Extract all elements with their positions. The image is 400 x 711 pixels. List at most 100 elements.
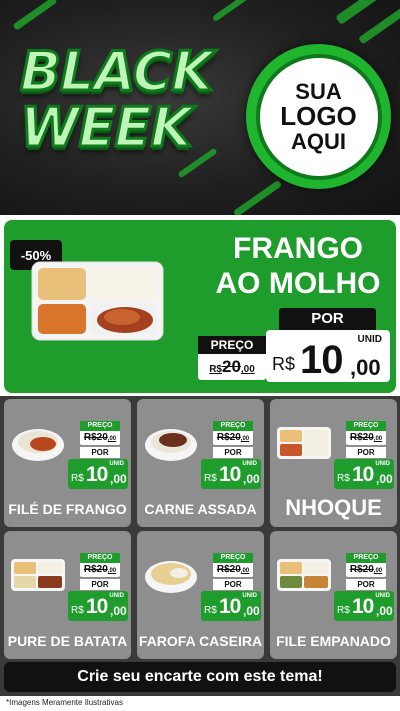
preco-label: PREÇO [346, 553, 386, 563]
price-cents: ,00 [243, 472, 260, 486]
currency: R$ [71, 605, 84, 616]
featured-unid-label: UNID [357, 334, 382, 345]
old-price-value: R$20,00 [213, 431, 253, 446]
black-word: BLACK [18, 39, 214, 105]
preco-label: PREÇO [80, 421, 120, 431]
old-price-box: PREÇO R$20,00 [346, 421, 386, 445]
preco-label: PREÇO [213, 553, 253, 563]
confetti-streak [232, 179, 283, 215]
product-name: FILÉ DE FRANGO [8, 501, 127, 517]
logo-line-1: SUA [295, 78, 342, 104]
unid-label: UNID [109, 461, 124, 467]
logo-placeholder[interactable]: SUA LOGO AQUI [246, 44, 391, 189]
price-amount: 10 [352, 595, 374, 618]
currency: R$ [337, 605, 350, 616]
old-price-box: PREÇO R$20,00 [213, 421, 253, 445]
por-label: POR [80, 579, 120, 590]
old-price-cents: ,00 [107, 436, 117, 442]
price-amount: 10 [352, 463, 374, 486]
featured-price-cents: ,00 [350, 355, 381, 380]
price-cents: ,00 [110, 604, 127, 618]
unid-label: UNID [375, 593, 390, 599]
confetti-streak [211, 0, 249, 22]
old-price-cents: ,00 [373, 568, 383, 574]
new-price-box: UNID R$ 10 ,00 [68, 459, 128, 489]
featured-old-price-value: R$20,00 [200, 357, 264, 377]
old-price-amount: R$20 [83, 564, 108, 575]
featured-meal-tray-image [31, 261, 164, 341]
featured-old-price: PREÇO R$20,00 [198, 336, 266, 380]
product-card[interactable]: PREÇO R$20,00 POR UNID R$ 10 ,00 FAROFA … [137, 531, 264, 659]
currency: R$ [204, 605, 217, 616]
price-amount: 10 [219, 463, 241, 486]
black-week-title: BLACK WEEK [18, 39, 262, 180]
price-amount: 10 [86, 595, 108, 618]
old-price-box: PREÇO R$20,00 [80, 553, 120, 577]
unid-label: UNID [375, 461, 390, 467]
currency: R$ [337, 473, 350, 484]
new-price-box: UNID R$ 10 ,00 [201, 459, 261, 489]
featured-old-amount: 20 [221, 357, 241, 376]
confetti-streak [12, 0, 58, 31]
confetti-streak [358, 3, 400, 45]
featured-old-cents: ,00 [240, 364, 255, 375]
logo-circle: SUA LOGO AQUI [255, 53, 382, 180]
old-price-value: R$20,00 [80, 431, 120, 446]
old-price-amount: R$20 [349, 432, 374, 443]
por-label: POR [80, 447, 120, 458]
product-tray-image [11, 559, 65, 591]
new-price-box: UNID R$ 10 ,00 [334, 591, 394, 621]
featured-price-amount: 10 [300, 338, 343, 382]
illustrative-images-note: *Imagens Meramente Ilustrativas [6, 698, 123, 707]
product-tray-image [277, 559, 331, 591]
create-flyer-cta-button[interactable]: Crie seu encarte com este tema! [4, 662, 396, 692]
product-card[interactable]: PREÇO R$20,00 POR UNID R$ 10 ,00 FILE EM… [270, 531, 397, 659]
currency: R$ [204, 473, 217, 484]
old-price-cents: ,00 [240, 436, 250, 442]
new-price-box: UNID R$ 10 ,00 [68, 591, 128, 621]
old-price-box: PREÇO R$20,00 [213, 553, 253, 577]
preco-label: PREÇO [213, 421, 253, 431]
product-card[interactable]: PREÇO R$20,00 POR UNID R$ 10 ,00 PURE DE… [4, 531, 131, 659]
product-bowl-image [12, 429, 64, 461]
old-price-value: R$20,00 [346, 431, 386, 446]
featured-old-currency: R$ [209, 364, 222, 375]
hero-banner: BLACK WEEK SUA LOGO AQUI [0, 0, 400, 215]
logo-line-2: LOGO [280, 100, 357, 131]
price-amount: 10 [86, 463, 108, 486]
old-price-amount: R$20 [83, 432, 108, 443]
price-amount: 10 [219, 595, 241, 618]
old-price-box: PREÇO R$20,00 [80, 421, 120, 445]
unid-label: UNID [109, 593, 124, 599]
old-price-cents: ,00 [107, 568, 117, 574]
currency: R$ [71, 473, 84, 484]
preco-label: PREÇO [346, 421, 386, 431]
old-price-cents: ,00 [240, 568, 250, 574]
product-name: PURE DE BATATA [7, 633, 128, 649]
por-label: POR [213, 447, 253, 458]
old-price-value: R$20,00 [346, 563, 386, 578]
product-card[interactable]: PREÇO R$20,00 POR UNID R$ 10 ,00 FILÉ DE… [4, 399, 131, 527]
old-price-value: R$20,00 [80, 563, 120, 578]
logo-line-3: AQUI [291, 129, 346, 155]
product-card[interactable]: PREÇO R$20,00 POR UNID R$ 10 ,00 NHOQUE [270, 399, 397, 527]
featured-new-price: UNID R$ 10 ,00 [266, 330, 390, 382]
price-cents: ,00 [110, 472, 127, 486]
featured-title: FRANGO AO MOLHO [200, 232, 396, 301]
product-name: FILE EMPANADO [276, 633, 391, 649]
featured-preco-label: PREÇO [198, 336, 266, 354]
preco-label: PREÇO [80, 553, 120, 563]
featured-por-label: POR [279, 308, 376, 330]
price-cents: ,00 [243, 604, 260, 618]
product-bowl-image [145, 429, 197, 461]
old-price-amount: R$20 [349, 564, 374, 575]
price-cents: ,00 [376, 472, 393, 486]
product-tray-image [277, 427, 331, 459]
old-price-cents: ,00 [373, 436, 383, 442]
old-price-amount: R$20 [216, 432, 241, 443]
product-name: CARNE ASSADA [144, 501, 257, 517]
product-card[interactable]: PREÇO R$20,00 POR UNID R$ 10 ,00 CARNE A… [137, 399, 264, 527]
new-price-box: UNID R$ 10 ,00 [334, 459, 394, 489]
por-label: POR [346, 579, 386, 590]
old-price-box: PREÇO R$20,00 [346, 553, 386, 577]
